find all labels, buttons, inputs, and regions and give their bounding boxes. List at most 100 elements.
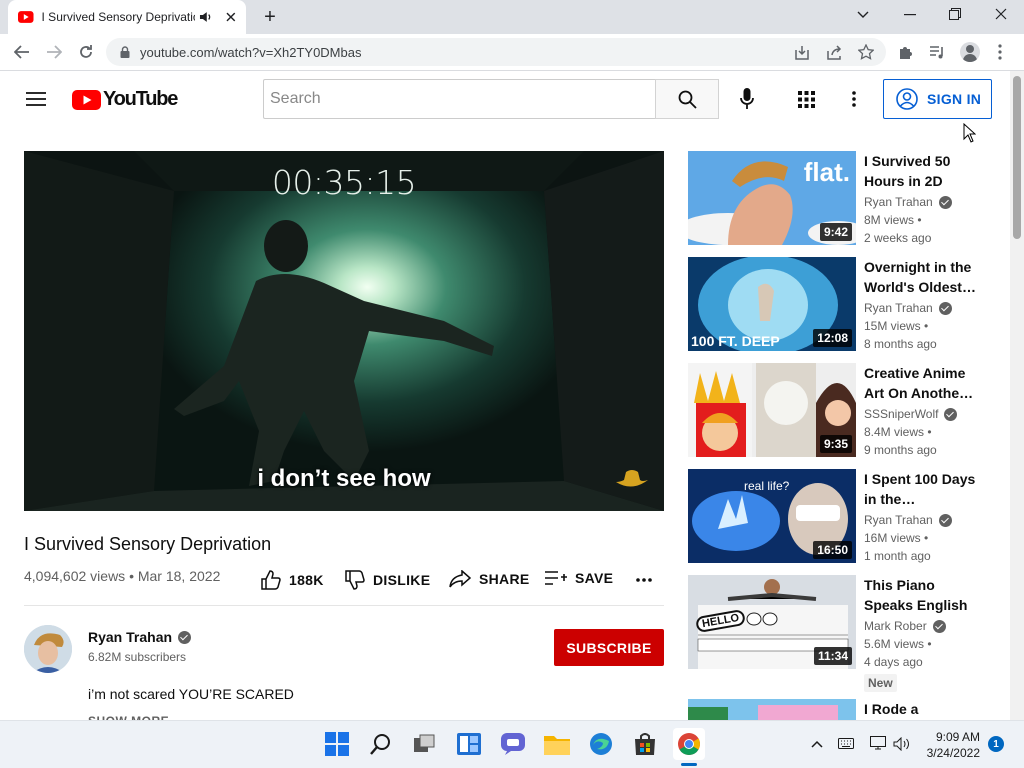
- start-button[interactable]: [321, 728, 353, 760]
- recommendation-title[interactable]: I Spent 100 Days in the…: [864, 469, 976, 509]
- recommendation-item[interactable]: 100 FT. DEEP 12:08 Overnight in the Worl…: [688, 257, 998, 351]
- recommendation-thumbnail[interactable]: real life? 16:50: [688, 469, 856, 563]
- dislike-label: DISLIKE: [373, 572, 431, 588]
- search-button[interactable]: [655, 79, 719, 119]
- recommendation-thumbnail[interactable]: 9:35: [688, 363, 856, 457]
- share-page-icon[interactable]: [826, 45, 842, 61]
- recommendation-title[interactable]: I Rode a: [864, 699, 976, 719]
- video-duration: 12:08: [813, 329, 852, 347]
- profile-avatar-icon[interactable]: [960, 42, 980, 62]
- taskbar-search-button[interactable]: [365, 728, 397, 760]
- lock-icon[interactable]: [120, 46, 130, 58]
- verified-badge-icon: [938, 301, 952, 315]
- address-bar[interactable]: youtube.com/watch?v=Xh2TY0DMbas: [106, 38, 886, 66]
- edge-browser-button[interactable]: [585, 728, 617, 760]
- recommendation-item[interactable]: HELLO 11:34 This Piano Speaks English Ma…: [688, 575, 998, 669]
- browser-tab[interactable]: I Survived Sensory Deprivatio: [8, 0, 246, 34]
- new-tab-button[interactable]: +: [258, 6, 282, 28]
- recommendation-item[interactable]: real life? 16:50 I Spent 100 Days in the…: [688, 469, 998, 563]
- chat-icon: [501, 733, 525, 755]
- recommendation-channel-text: SSSniperWolf: [864, 407, 939, 421]
- recommendation-channel-text: Ryan Trahan: [864, 301, 933, 315]
- settings-more-icon[interactable]: [852, 91, 856, 107]
- video-title: I Survived Sensory Deprivation: [24, 534, 272, 554]
- minimize-icon[interactable]: [904, 14, 916, 16]
- video-frame: [24, 151, 664, 511]
- file-explorer-button[interactable]: [541, 728, 573, 760]
- notification-badge[interactable]: 1: [988, 736, 1004, 752]
- share-arrow-icon: [449, 570, 471, 588]
- apps-grid-icon[interactable]: [798, 91, 815, 108]
- channel-name[interactable]: Ryan Trahan: [88, 629, 192, 645]
- edge-icon: [590, 733, 612, 755]
- recommendation-views: 8M views •: [864, 213, 922, 227]
- microphone-icon[interactable]: [740, 88, 754, 110]
- widgets-button[interactable]: [453, 728, 485, 760]
- scrollbar-thumb[interactable]: [1013, 76, 1021, 239]
- install-app-icon[interactable]: [794, 45, 810, 61]
- recommendation-thumbnail[interactable]: 100 FT. DEEP 12:08: [688, 257, 856, 351]
- chrome-browser-button[interactable]: [673, 728, 705, 760]
- video-player[interactable]: 00:35:15 i don’t see how: [24, 151, 664, 511]
- recommendation-age: 4 days ago: [864, 655, 923, 669]
- recommendation-channel[interactable]: SSSniperWolf: [864, 407, 958, 421]
- dislike-button[interactable]: DISLIKE: [345, 570, 430, 590]
- tab-search-chevron-icon[interactable]: [857, 11, 869, 19]
- recommendation-title[interactable]: I Survived 50 Hours in 2D: [864, 151, 976, 191]
- search-input[interactable]: Search: [263, 79, 656, 119]
- recommendation-item[interactable]: flat. 9:42 I Survived 50 Hours in 2D Rya…: [688, 151, 998, 245]
- recommendation-title[interactable]: This Piano Speaks English: [864, 575, 976, 615]
- extensions-puzzle-icon[interactable]: [898, 44, 914, 60]
- recommendation-thumbnail[interactable]: HELLO 11:34: [688, 575, 856, 669]
- subscribe-button[interactable]: SUBSCRIBE: [554, 629, 664, 666]
- recommendation-channel[interactable]: Ryan Trahan: [864, 513, 952, 527]
- bookmark-star-icon[interactable]: [858, 44, 874, 60]
- keyboard-icon[interactable]: [838, 738, 854, 749]
- recommendation-item[interactable]: I Rode a: [688, 699, 998, 720]
- restore-icon[interactable]: [949, 8, 961, 20]
- recommendation-channel-text: Ryan Trahan: [864, 513, 933, 527]
- recommendation-channel-text: Mark Rober: [864, 619, 927, 633]
- recommendation-channel[interactable]: Ryan Trahan: [864, 301, 952, 315]
- back-arrow-icon[interactable]: [14, 45, 30, 59]
- teams-chat-button[interactable]: [497, 728, 529, 760]
- channel-avatar[interactable]: [24, 625, 72, 673]
- timer-overlay: 00:35:15: [271, 163, 417, 202]
- forward-arrow-icon[interactable]: [46, 45, 62, 59]
- recommendation-views: 5.6M views •: [864, 637, 932, 651]
- save-button[interactable]: SAVE: [545, 570, 613, 586]
- youtube-logo[interactable]: YouTube: [72, 88, 178, 111]
- recommendation-thumbnail[interactable]: flat. 9:42: [688, 151, 856, 245]
- show-hidden-icons-chevron-icon[interactable]: [811, 740, 823, 748]
- microsoft-store-button[interactable]: [629, 728, 661, 760]
- hamburger-menu-icon[interactable]: [26, 92, 46, 106]
- sign-in-label: SIGN IN: [927, 91, 982, 107]
- network-icon[interactable]: [870, 736, 886, 750]
- more-actions-icon[interactable]: [636, 578, 652, 582]
- thumbs-up-icon: [261, 570, 281, 590]
- close-tab-icon[interactable]: [226, 12, 236, 22]
- media-control-icon[interactable]: [929, 44, 945, 60]
- clock-date: 3/24/2022: [926, 746, 980, 760]
- sign-in-button[interactable]: SIGN IN: [883, 79, 992, 119]
- like-button[interactable]: 188K: [261, 570, 324, 590]
- system-clock[interactable]: 9:09 AM 3/24/2022: [918, 729, 980, 761]
- share-button[interactable]: SHARE: [449, 570, 530, 588]
- like-count: 188K: [289, 572, 324, 588]
- volume-icon[interactable]: [893, 737, 911, 751]
- recommendation-item[interactable]: 9:35 Creative Anime Art On Anothe… SSSni…: [688, 363, 998, 457]
- recommendation-channel[interactable]: Ryan Trahan: [864, 195, 952, 209]
- recommendation-age: 9 months ago: [864, 443, 937, 457]
- reload-icon[interactable]: [78, 44, 94, 60]
- audio-playing-icon[interactable]: [199, 11, 213, 23]
- thumbnail-overlay-text: flat.: [803, 157, 850, 187]
- recommendation-channel[interactable]: Mark Rober: [864, 619, 946, 633]
- task-view-button[interactable]: [408, 728, 440, 760]
- recommendation-thumbnail[interactable]: [688, 699, 856, 720]
- recommendation-title[interactable]: Creative Anime Art On Anothe…: [864, 363, 976, 403]
- browser-menu-icon[interactable]: [998, 44, 1002, 60]
- recommendation-title[interactable]: Overnight in the World's Oldest…: [864, 257, 976, 297]
- close-window-icon[interactable]: [995, 8, 1007, 20]
- video-duration: 9:42: [819, 223, 852, 241]
- channel-name-text: Ryan Trahan: [88, 629, 173, 645]
